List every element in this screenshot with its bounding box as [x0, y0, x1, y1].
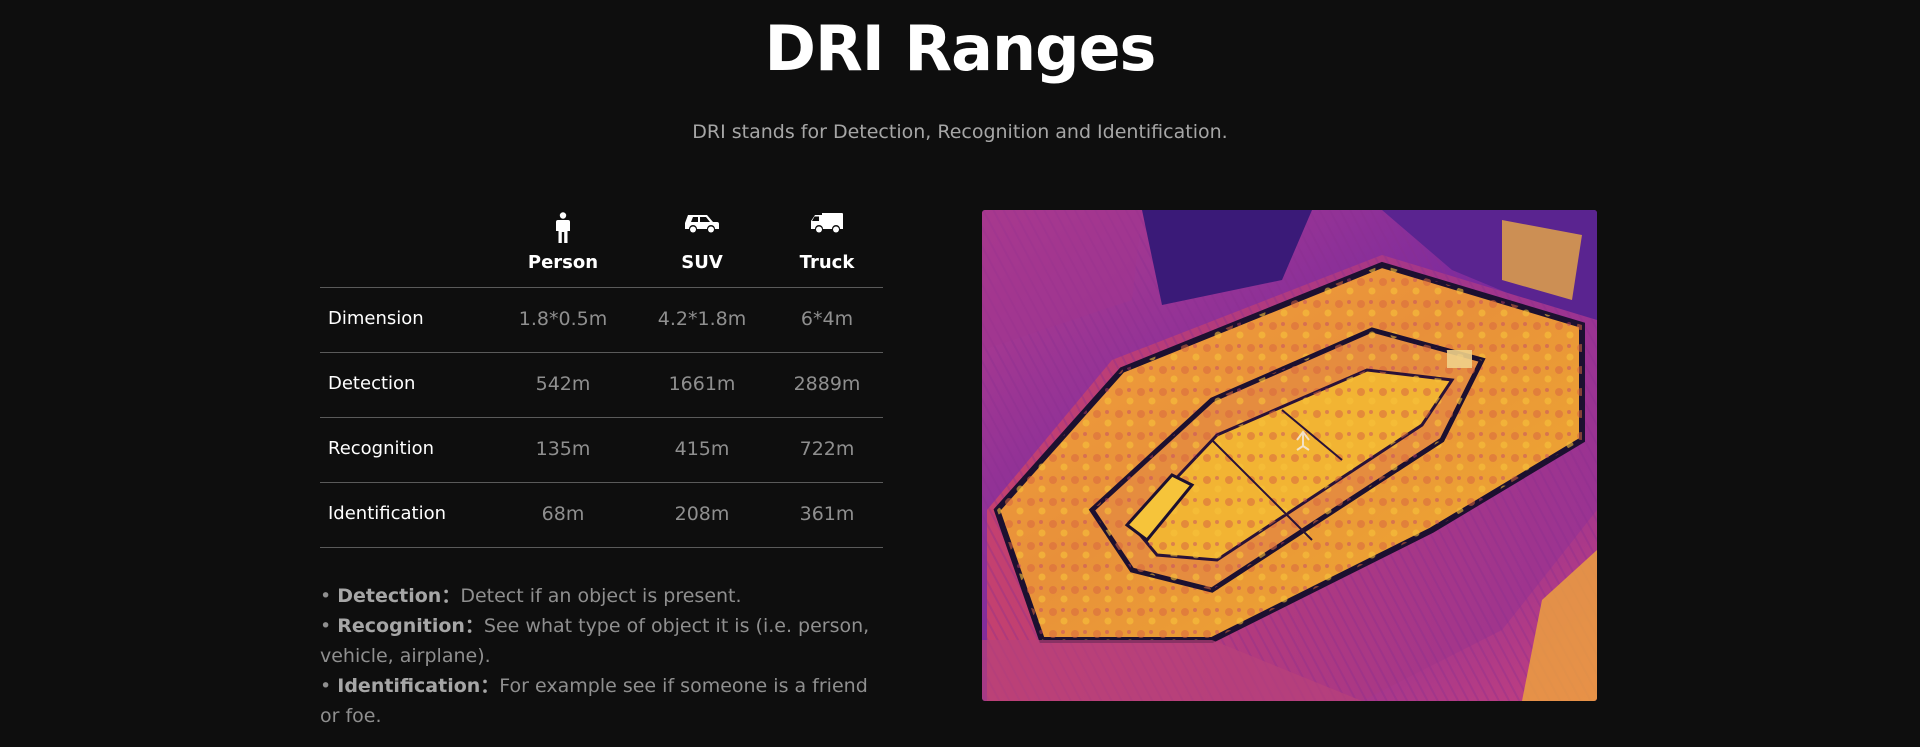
cell-person: 135m — [535, 438, 591, 460]
bullet: • — [320, 675, 332, 697]
definition-term: Detection： — [337, 585, 461, 607]
definition-detection: • Detection：Detect if an object is prese… — [320, 581, 880, 611]
definition-text: Detect if an object is present. — [460, 585, 742, 607]
column-label: Truck — [799, 252, 855, 273]
dri-definitions: • Detection：Detect if an object is prese… — [320, 581, 880, 731]
cell-suv: 1661m — [668, 373, 736, 395]
cell-person: 542m — [535, 373, 591, 395]
column-suv: SUV — [637, 212, 767, 273]
cell-person: 1.8*0.5m — [518, 308, 608, 330]
page-subtitle: DRI stands for Detection, Recognition an… — [692, 121, 1228, 143]
cell-truck: 361m — [799, 503, 855, 525]
cell-suv: 208m — [674, 503, 730, 525]
column-label: Person — [527, 252, 599, 273]
column-truck: Truck — [762, 212, 892, 273]
table-header: Person SUV Truck — [320, 212, 883, 288]
row-label: Dimension — [328, 308, 424, 329]
row-label: Recognition — [328, 438, 434, 459]
column-person: Person — [498, 212, 628, 273]
cell-person: 68m — [541, 503, 585, 525]
person-icon — [498, 212, 628, 246]
definition-identification: • Identification：For example see if some… — [320, 671, 880, 731]
column-label: SUV — [681, 252, 723, 273]
table-row-identification: Identification 68m 208m 361m — [320, 483, 883, 548]
table-row-detection: Detection 542m 1661m 2889m — [320, 353, 883, 418]
bullet: • — [320, 585, 332, 607]
cell-suv: 415m — [674, 438, 730, 460]
cell-truck: 722m — [799, 438, 855, 460]
definition-recognition: • Recognition：See what type of object it… — [320, 611, 880, 671]
bullet: • — [320, 615, 332, 637]
suv-icon — [637, 212, 767, 246]
table-row-dimension: Dimension 1.8*0.5m 4.2*1.8m 6*4m — [320, 288, 883, 353]
thermal-image — [982, 210, 1597, 701]
cell-suv: 4.2*1.8m — [657, 308, 747, 330]
row-label: Detection — [328, 373, 416, 394]
cell-truck: 6*4m — [800, 308, 854, 330]
page-title: DRI Ranges — [764, 12, 1157, 85]
truck-icon — [762, 212, 892, 246]
table-row-recognition: Recognition 135m 415m 722m — [320, 418, 883, 483]
cell-truck: 2889m — [793, 373, 861, 395]
definition-term: Identification： — [337, 675, 500, 697]
row-label: Identification — [328, 503, 447, 524]
definition-term: Recognition： — [337, 615, 484, 637]
dri-table: Person SUV Truck Dimension 1.8*0.5m 4.2*… — [320, 212, 883, 548]
